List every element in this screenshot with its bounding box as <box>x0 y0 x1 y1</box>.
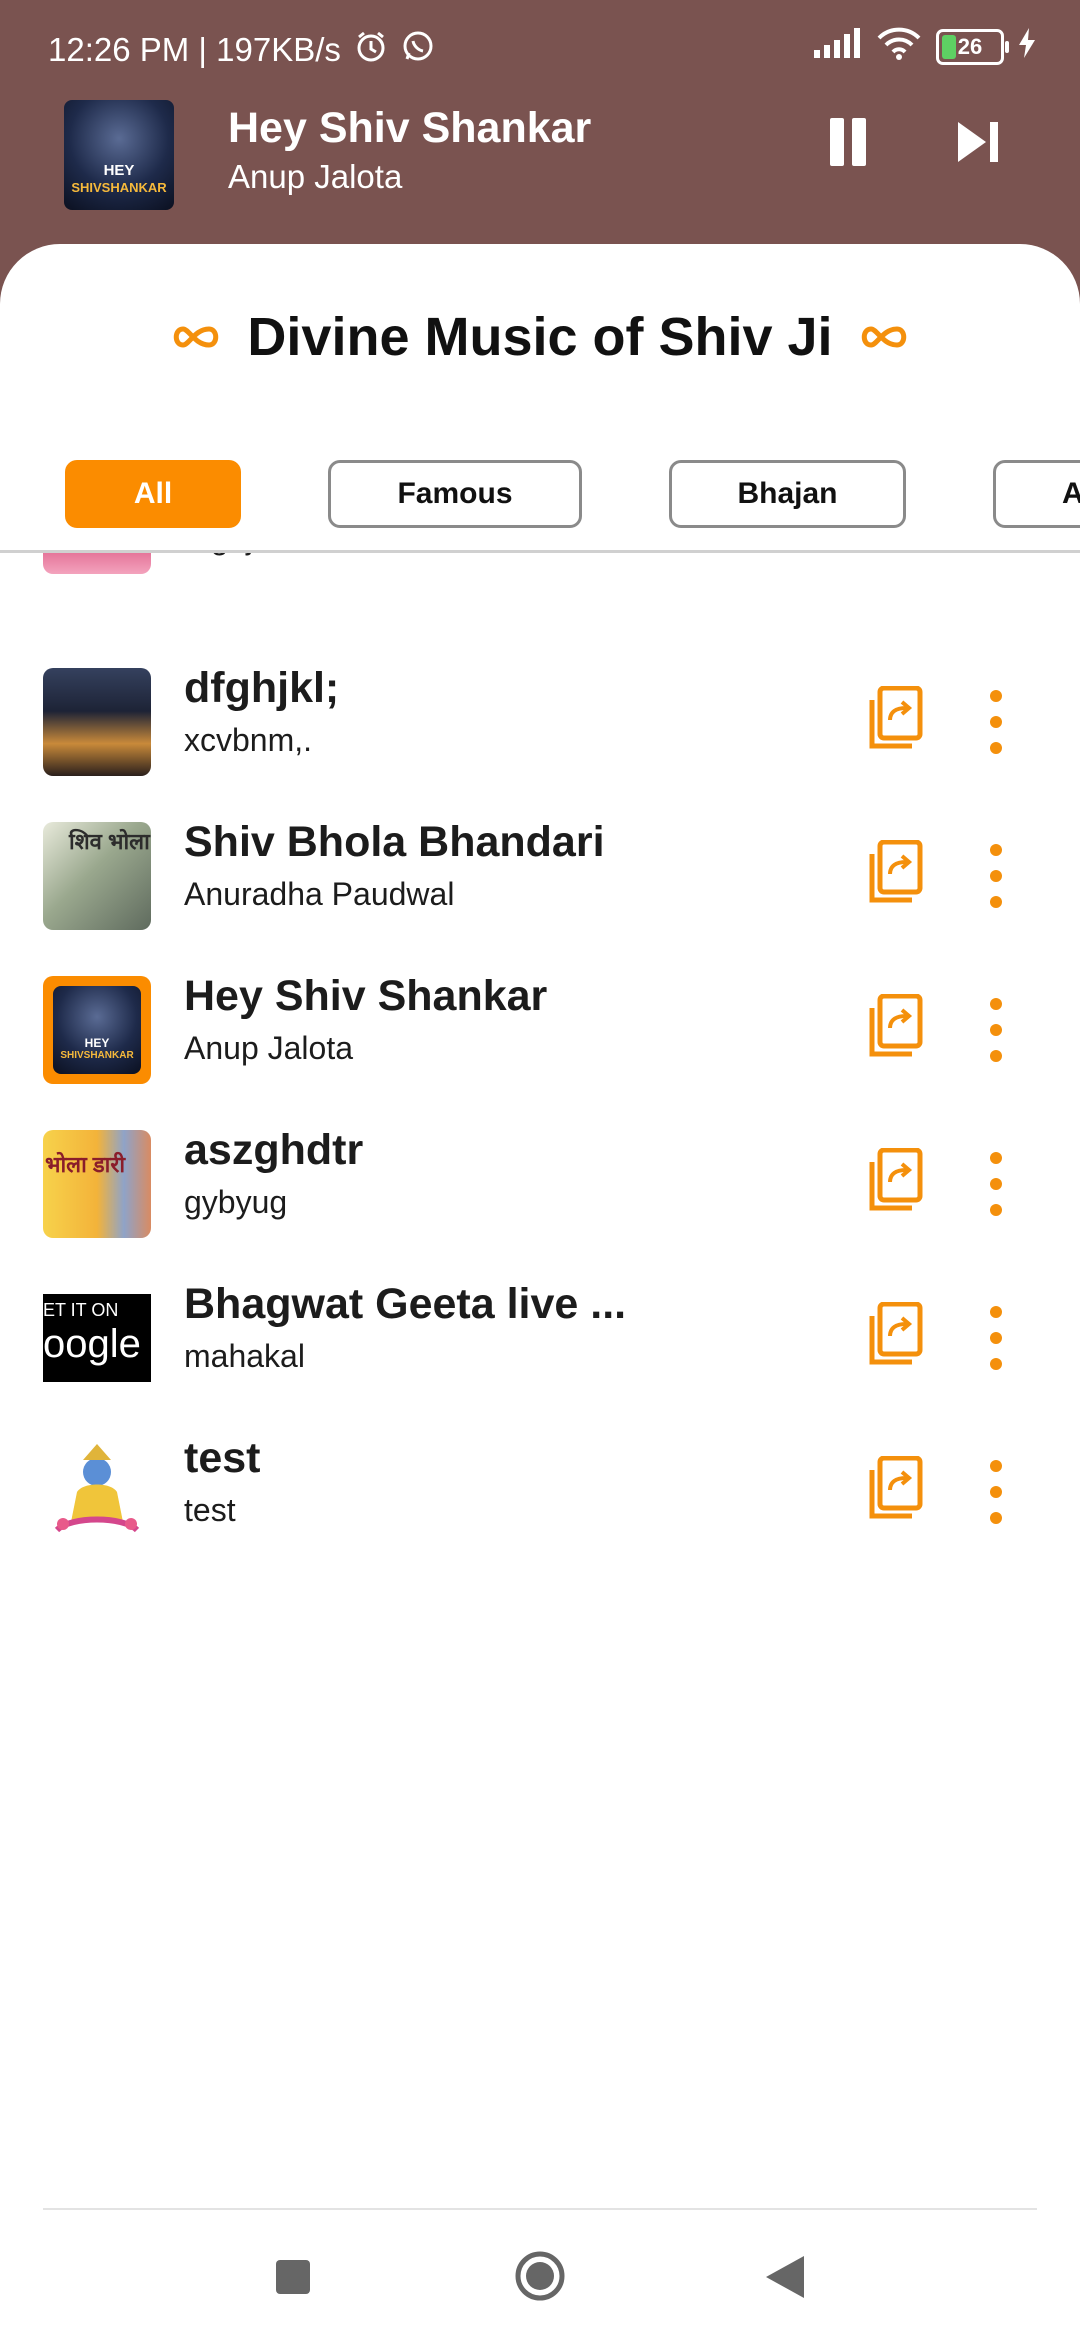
song-thumbnail: भोला डारी <box>43 1130 151 1238</box>
status-bar: 12:26 PM | 197KB/s 26 <box>0 0 1080 100</box>
song-thumbnail: ET IT ON oogle <box>43 1294 151 1382</box>
infinity-right-icon <box>861 326 906 348</box>
song-artist: Anuradha Paudwal <box>184 876 455 912</box>
song-artist: test <box>184 1492 236 1528</box>
song-thumbnail <box>43 1438 151 1546</box>
charging-icon <box>1018 28 1036 66</box>
list-item[interactable]: dfghjkl; xcvbnm,. <box>0 664 1080 822</box>
song-title: dfghjkl; <box>184 664 340 712</box>
thumb-text-2: SHIVSHANKAR <box>71 180 167 195</box>
home-icon[interactable] <box>514 2250 566 2302</box>
song-thumbnail <box>43 553 151 574</box>
add-to-playlist-icon[interactable] <box>866 840 924 906</box>
add-to-playlist-icon[interactable] <box>866 1456 924 1522</box>
song-artist: xcvbnm,. <box>184 722 313 758</box>
song-artist: Anup Jalota <box>184 1030 354 1066</box>
add-to-playlist-icon[interactable] <box>866 1148 924 1214</box>
status-time: 12:26 PM | 197KB/s <box>48 31 341 68</box>
add-to-playlist-icon[interactable] <box>866 1302 924 1368</box>
thumb-text-1: HEY <box>103 162 135 179</box>
more-options-icon[interactable] <box>988 1460 1004 1524</box>
filter-chips: All Famous Bhajan A <box>0 460 1080 532</box>
now-playing-bar[interactable]: HEY SHIVSHANKAR Hey Shiv Shankar Anup Ja… <box>0 100 1080 250</box>
recent-apps-icon[interactable] <box>276 2260 310 2294</box>
battery-icon: 26 <box>936 29 1009 65</box>
now-playing-title: Hey Shiv Shankar <box>228 104 592 152</box>
song-title: Shiv Bhola Bhandari <box>184 818 605 866</box>
more-options-icon[interactable] <box>988 998 1004 1062</box>
song-thumbnail <box>43 668 151 776</box>
back-icon[interactable] <box>764 2254 806 2300</box>
song-thumbnail: शिव भोला भंडारी <box>43 822 151 930</box>
whatsapp-icon <box>401 29 435 71</box>
song-title: Hey Shiv Shankar <box>184 972 548 1020</box>
song-title: aszghdtr <box>184 1126 364 1174</box>
thumb-text: भोला डारी <box>45 1152 126 1177</box>
song-title: test <box>184 1434 261 1482</box>
page-heading: Divine Music of Shiv Ji <box>0 306 1080 368</box>
now-playing-artist: Anup Jalota <box>228 158 403 195</box>
more-options-icon[interactable] <box>988 1306 1004 1370</box>
thumb-text: शिव भोला भंडारी <box>69 829 151 854</box>
song-artist: dfghjkl <box>184 553 277 557</box>
chip-all[interactable]: All <box>65 460 241 528</box>
alarm-icon <box>353 28 389 72</box>
pause-icon[interactable] <box>826 118 870 166</box>
now-playing-thumbnail: HEY SHIVSHANKAR <box>64 100 174 210</box>
more-options-icon[interactable] <box>988 844 1004 908</box>
add-to-playlist-icon[interactable] <box>866 686 924 752</box>
song-thumbnail: HEY SHIVSHANKAR <box>43 976 151 1084</box>
list-item[interactable]: ET IT ON oogle Bhagwat Geeta live ... ma… <box>0 1280 1080 1438</box>
battery-level: 26 <box>957 34 983 59</box>
more-options-icon[interactable] <box>988 1152 1004 1216</box>
thumb-text-1: HEY <box>84 1036 110 1050</box>
signal-icon <box>812 28 862 66</box>
skip-next-icon[interactable] <box>954 118 1002 166</box>
list-item[interactable]: शिव भोला भंडारी Shiv Bhola Bhandari Anur… <box>0 818 1080 976</box>
song-title: Bhagwat Geeta live ... <box>184 1280 627 1328</box>
list-item[interactable]: भोला डारी aszghdtr gybyug <box>0 1126 1080 1284</box>
song-artist: gybyug <box>184 1184 288 1220</box>
thumb-text: ET IT ON <box>43 1300 119 1320</box>
add-to-playlist-icon[interactable] <box>866 994 924 1060</box>
chip-famous[interactable]: Famous <box>328 460 582 528</box>
chip-partial[interactable]: A <box>993 460 1080 528</box>
more-options-icon[interactable] <box>988 690 1004 754</box>
list-item[interactable]: test test <box>0 1434 1080 1592</box>
thumb-text: oogle <box>43 1322 141 1366</box>
wifi-icon <box>876 26 922 68</box>
song-artist: mahakal <box>184 1338 305 1374</box>
list-item[interactable]: dfghjkl <box>0 553 1080 620</box>
system-nav-bar <box>0 2210 1080 2340</box>
page-title: Divine Music of Shiv Ji <box>247 307 833 367</box>
list-item-playing[interactable]: HEY SHIVSHANKAR Hey Shiv Shankar Anup Ja… <box>0 972 1080 1130</box>
thumb-text-2: SHIVSHANKAR <box>60 1050 134 1061</box>
infinity-left-icon <box>174 326 219 348</box>
chip-bhajan[interactable]: Bhajan <box>669 460 906 528</box>
